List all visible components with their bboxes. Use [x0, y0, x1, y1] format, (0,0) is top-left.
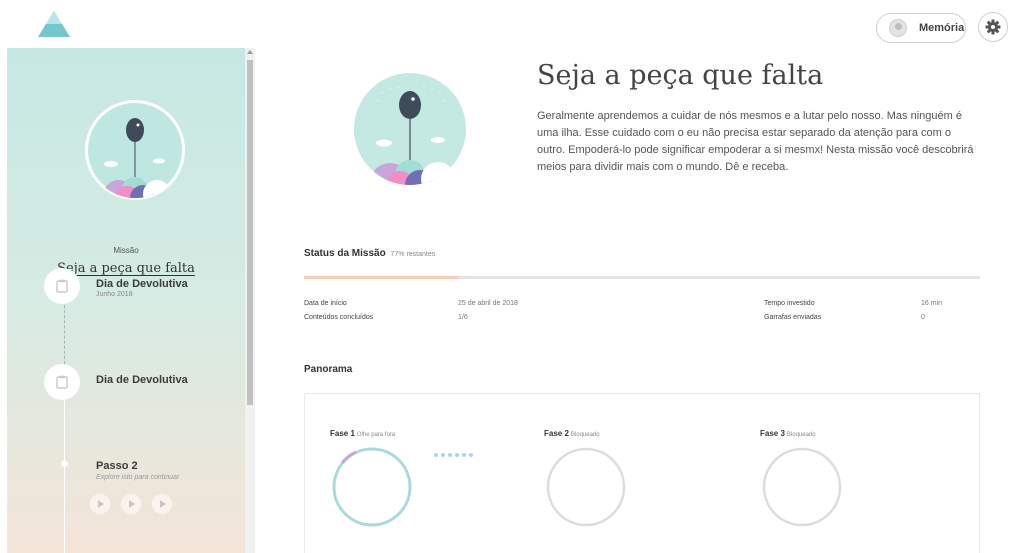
play-button[interactable] — [151, 493, 173, 515]
mission-progress-fill — [304, 276, 460, 279]
phase-2-name: Fase 2 — [544, 429, 569, 438]
phase-3-name: Fase 3 — [760, 429, 785, 438]
phase-2-ring[interactable] — [544, 445, 628, 529]
bottles-sent-label: Garrafas enviadas — [764, 314, 822, 321]
clipboard-icon — [56, 375, 68, 389]
phase-1-name: Fase 1 — [330, 429, 355, 438]
play-button[interactable] — [89, 493, 111, 515]
scrollbar-thumb[interactable] — [247, 60, 253, 405]
gear-icon — [985, 19, 1001, 35]
phase-1-label: Fase 1 Olhe para fora — [330, 429, 395, 438]
contents-done-value: 1/6 — [458, 314, 468, 321]
panorama-heading: Panorama — [304, 364, 353, 375]
clipboard-icon — [56, 279, 68, 293]
mission-illustration-small — [85, 100, 185, 200]
start-date-label: Data de início — [304, 300, 347, 307]
contents-done-label: Conteúdos concluídos — [304, 314, 374, 321]
phase-2-label: Fase 2 Bloqueado — [544, 429, 600, 438]
mission-label: Missão — [113, 246, 139, 255]
timeline-line — [64, 398, 65, 553]
time-invested-value: 16 min — [921, 300, 943, 307]
mission-title-link[interactable]: Seja a peça que falta — [7, 261, 245, 276]
page-title: Seja a peça que falta — [537, 60, 824, 91]
status-heading: Status da Missão 77% restantes — [304, 248, 435, 259]
settings-button[interactable] — [978, 12, 1008, 42]
phase-1-subtitle: Olhe para fora — [356, 432, 396, 438]
timeline-line — [64, 300, 65, 364]
phase-3-label: Fase 3 Bloqueado — [760, 429, 816, 438]
top-bar: Memória — [0, 0, 1021, 48]
timeline-node-devolutiva-1[interactable] — [44, 268, 80, 304]
bottles-sent-value: 0 — [921, 314, 925, 321]
mission-illustration-large — [354, 73, 466, 185]
phase-2-subtitle: Bloqueado — [570, 432, 600, 438]
mission-progress-bar — [304, 276, 980, 279]
phase-3-ring[interactable] — [760, 445, 844, 529]
play-icon — [129, 500, 135, 508]
phase-connector-dots — [434, 453, 473, 457]
timeline-item-title[interactable]: Dia de Devolutiva — [96, 278, 188, 290]
timeline-item-date: Junho 2018 — [96, 291, 133, 298]
status-heading-label: Status da Missão — [304, 248, 386, 259]
step-title[interactable]: Passo 2 — [96, 460, 138, 472]
memoria-button-label: Memória — [919, 22, 965, 34]
app-logo-icon[interactable] — [37, 9, 71, 39]
time-invested-label: Tempo investido — [764, 300, 815, 307]
memoria-button[interactable]: Memória — [876, 13, 966, 43]
scroll-up-arrow-icon[interactable] — [247, 50, 253, 54]
play-icon — [98, 500, 104, 508]
timeline-node-devolutiva-2[interactable] — [44, 364, 80, 400]
step-hint: Explore isto para continuar — [96, 474, 180, 481]
status-remaining: 77% restantes — [390, 251, 436, 258]
play-icon — [160, 500, 166, 508]
sidebar-scrollbar[interactable] — [245, 48, 255, 553]
start-date-value: 25 de abril de 2018 — [458, 300, 518, 307]
mission-sidebar: Missão Seja a peça que falta Dia de Devo… — [7, 48, 245, 553]
mission-description: Geralmente aprendemos a cuidar de nós me… — [537, 110, 974, 173]
play-button[interactable] — [120, 493, 142, 515]
phase-1-ring[interactable] — [330, 445, 414, 529]
timeline-item-title[interactable]: Dia de Devolutiva — [96, 374, 188, 386]
timeline-step-dot — [61, 460, 68, 467]
avatar — [889, 19, 907, 37]
phase-3-subtitle: Bloqueado — [786, 432, 816, 438]
